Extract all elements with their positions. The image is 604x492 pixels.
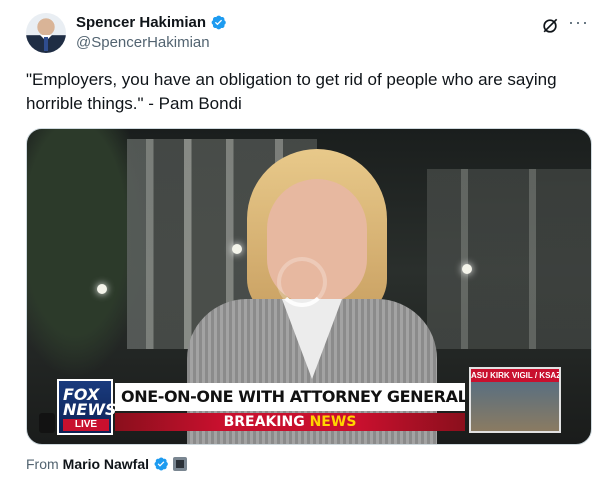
avatar-tie — [44, 37, 48, 51]
more-icon[interactable]: ··· — [568, 12, 589, 33]
tweet-card[interactable]: Spencer Hakimian @SpencerHakimian ··· "E… — [0, 0, 604, 492]
inset-scene — [471, 382, 559, 431]
live-badge: LIVE — [63, 419, 109, 431]
grok-icon[interactable] — [540, 16, 560, 36]
fox-news-logo: FOX NEWS LIVE — [57, 379, 117, 435]
background-building-right — [427, 169, 591, 349]
chyron-headline: ONE-ON-ONE WITH ATTORNEY GENERAL PAM BON… — [115, 383, 465, 411]
attribution-prefix: From — [26, 456, 59, 472]
author-avatar[interactable] — [26, 13, 66, 53]
news-chyron: FOX NEWS LIVE ONE-ON-ONE WITH ATTORNEY G… — [57, 379, 467, 435]
video-player[interactable]: FOX NEWS LIVE ONE-ON-ONE WITH ATTORNEY G… — [26, 128, 592, 445]
fox-news-logo-text: FOX NEWS — [63, 387, 117, 419]
author-handle[interactable]: @SpencerHakimian — [76, 34, 210, 51]
chyron-breaking-news: BREAKING NEWS — [115, 413, 465, 431]
media-attribution: From Mario Nawfal — [26, 456, 188, 472]
logo-line-news: NEWS — [63, 400, 117, 419]
breaking-word: BREAKING — [223, 414, 305, 430]
background-light — [462, 264, 472, 274]
news-word: NEWS — [309, 414, 357, 430]
verified-badge-icon — [154, 457, 168, 471]
author-name-row: Spencer Hakimian — [76, 14, 227, 31]
pause-icon[interactable] — [39, 413, 55, 433]
attribution-name[interactable]: Mario Nawfal — [63, 456, 149, 472]
tweet-text: "Employers, you have an obligation to ge… — [26, 70, 557, 113]
author-display-name[interactable]: Spencer Hakimian — [76, 14, 206, 31]
inset-video: ASU KIRK VIGIL / KSAZ — [469, 367, 561, 433]
inset-label: ASU KIRK VIGIL / KSAZ — [471, 369, 559, 382]
affiliate-badge-icon[interactable] — [173, 457, 188, 471]
background-light — [97, 284, 107, 294]
verified-badge-icon — [211, 15, 226, 30]
loading-spinner-icon — [277, 257, 327, 307]
